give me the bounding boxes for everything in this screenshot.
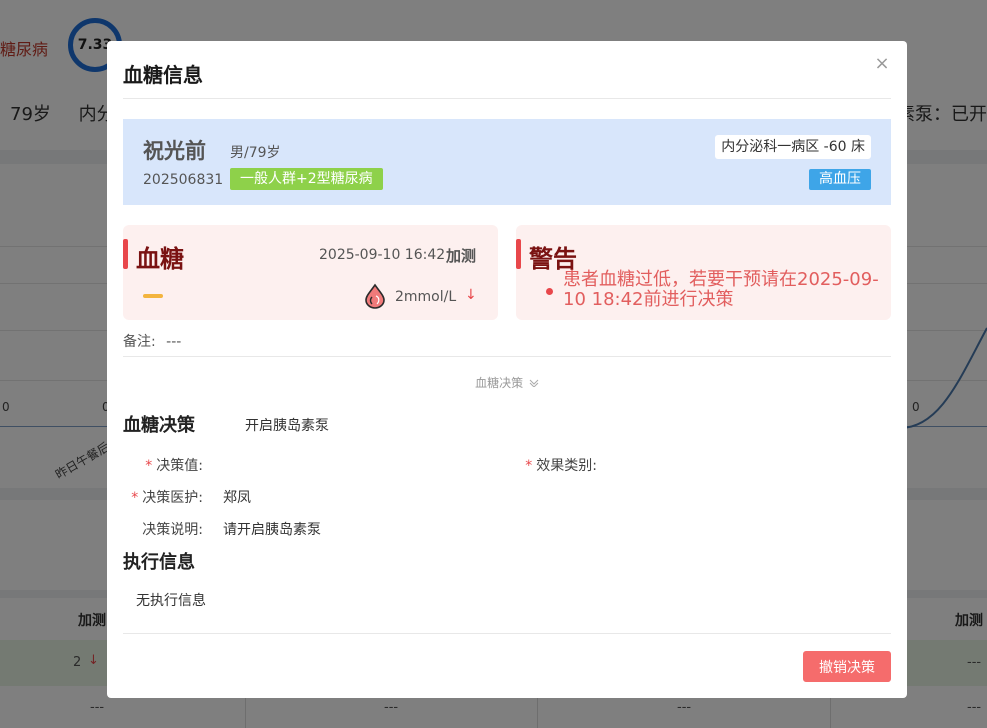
patient-name: 祝光前 <box>143 139 206 163</box>
header-divider <box>123 98 891 99</box>
note-label: 备注: <box>123 334 156 350</box>
warning-message: 患者血糖过低，若要干预请在2025-09-10 18:42前进行决策 <box>563 269 879 310</box>
card-accent-bar <box>516 239 521 269</box>
label-text: 决策说明: <box>142 522 203 538</box>
ward-bed-badge: 内分泌科一病区 -60 床 <box>715 135 871 159</box>
required-mark: * <box>131 490 139 506</box>
decision-desc-value: 请开启胰岛素泵 <box>223 522 321 538</box>
section-divider <box>123 356 891 357</box>
collapse-toggle-label: 血糖决策 <box>475 376 524 390</box>
patient-id: 202506831 <box>143 172 224 188</box>
close-icon[interactable]: × <box>873 55 891 73</box>
card-accent-bar <box>123 239 128 269</box>
effect-type-label: * 效果类别: <box>517 455 597 475</box>
glucose-card: 血糖 2025-09-10 16:42 加测 2mmol/L ↓ <box>123 225 498 320</box>
label-text: 决策医护: <box>142 490 203 506</box>
required-mark: * <box>145 458 153 474</box>
decision-nurse-label: * 决策医护: <box>117 487 203 507</box>
decision-desc-label: 决策说明: <box>117 519 203 539</box>
glucose-card-title: 血糖 <box>136 245 184 273</box>
measure-type: 加测 <box>446 247 477 265</box>
status-dash-icon <box>143 294 163 298</box>
patient-info-panel: 祝光前 男/79岁 202506831 一般人群+2型糖尿病 内分泌科一病区 -… <box>123 119 891 205</box>
measure-time: 2025-09-10 16:42 <box>319 247 446 263</box>
cancel-decision-button[interactable]: 撤销决策 <box>803 651 891 682</box>
label-text: 决策值: <box>156 458 203 474</box>
warning-card: 警告 患者血糖过低，若要干预请在2025-09-10 18:42前进行决策 <box>516 225 891 320</box>
chevron-down-icon <box>529 376 539 390</box>
patient-sex-age: 男/79岁 <box>230 145 281 161</box>
decision-section-title: 血糖决策 <box>123 415 195 436</box>
note-value: --- <box>166 334 182 350</box>
note-row: 备注: --- <box>123 331 181 351</box>
glucose-info-dialog: 血糖信息 × 祝光前 男/79岁 202506831 一般人群+2型糖尿病 内分… <box>107 41 907 698</box>
down-arrow-icon: ↓ <box>465 287 477 303</box>
no-execution-text: 无执行信息 <box>136 593 206 609</box>
blood-drop-icon <box>365 283 385 309</box>
warning-dot-icon <box>546 288 553 295</box>
footer-divider <box>123 633 891 634</box>
dialog-title: 血糖信息 <box>123 63 203 87</box>
decision-collapse-toggle[interactable]: 血糖决策 <box>107 374 907 391</box>
decision-value-label: * 决策值: <box>127 455 203 475</box>
decision-nurse-value: 郑凤 <box>223 490 251 506</box>
patient-group-tag: 一般人群+2型糖尿病 <box>230 168 383 190</box>
glucose-value: 2mmol/L <box>395 289 457 305</box>
decision-type: 开启胰岛素泵 <box>245 418 329 434</box>
required-mark: * <box>525 458 533 474</box>
label-text: 效果类别: <box>536 458 597 474</box>
condition-tag: 高血压 <box>809 169 871 190</box>
execution-section-title: 执行信息 <box>123 552 195 573</box>
